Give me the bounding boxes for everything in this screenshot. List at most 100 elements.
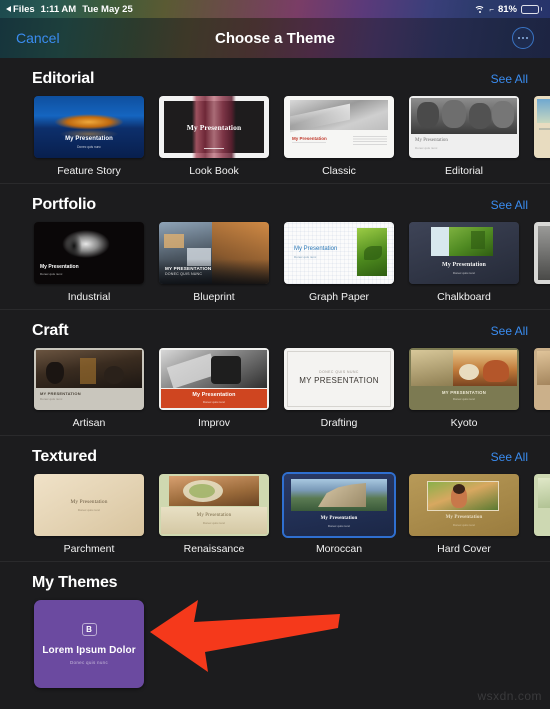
see-all-button[interactable]: See All (491, 72, 528, 86)
theme-name: Artisan (72, 417, 106, 429)
theme-row: My Presentation Donec quis nunc Feature … (0, 96, 550, 177)
theme-name: Editorial (445, 165, 483, 177)
theme-name: Renaissance (183, 543, 245, 555)
ellipsis-circle-icon[interactable] (512, 27, 534, 49)
section-title: Craft (32, 322, 69, 339)
status-bar-right: ⌐ 81% (474, 4, 542, 15)
theme-name: Hard Cover (437, 543, 491, 555)
theme-name: Parchment (63, 543, 115, 555)
theme-name: Feature Story (57, 165, 121, 177)
theme-name: Drafting (320, 417, 358, 429)
back-triangle-icon (6, 6, 11, 12)
theme-name: Blueprint (193, 291, 235, 303)
theme-name: Chalkboard (437, 291, 491, 303)
theme-card-classic[interactable]: My Presentation Classic (284, 96, 394, 177)
theme-card-partial[interactable] (534, 348, 550, 417)
theme-name: Look Book (189, 165, 239, 177)
theme-card-blueprint[interactable]: MY PRESENTATION DONEC QUIS NUNC Blueprin… (159, 222, 269, 303)
theme-thumbnail: MY PRESENTATION DONEC QUIS NUNC (159, 222, 269, 284)
see-all-button[interactable]: See All (491, 324, 528, 338)
battery-icon (521, 4, 542, 14)
section-header: My Themes (0, 562, 550, 600)
section-header: Craft See All (0, 310, 550, 348)
theme-thumbnail: My Presentation Donec quis nunc (409, 222, 519, 284)
theme-name: Improv (197, 417, 231, 429)
page-title: Choose a Theme (214, 29, 336, 47)
theme-thumbnail (534, 474, 550, 536)
section-header: Portfolio See All (0, 184, 550, 222)
theme-name: Moroccan (315, 543, 363, 555)
theme-thumbnail: DONEC QUIS NUNC MY PRESENTATION (284, 348, 394, 410)
theme-card-hard-cover[interactable]: My Presentation Donec quis nunc Hard Cov… (409, 474, 519, 555)
theme-chooser-scroll[interactable]: Editorial See All My Presentation Donec … (0, 58, 550, 709)
see-all-button[interactable]: See All (491, 198, 528, 212)
wifi-icon (474, 5, 486, 14)
theme-card-kyoto[interactable]: MY PRESENTATION Donec quis nunc Kyoto (409, 348, 519, 429)
back-to-app-link[interactable]: Files (6, 4, 35, 15)
theme-card-drafting[interactable]: DONEC QUIS NUNC MY PRESENTATION Drafting (284, 348, 394, 429)
theme-thumbnail: MY PRESENTATION Donec quis nunc (409, 348, 519, 410)
section-my-themes: My Themes B Lorem Ipsum Dolor Donec quis… (0, 561, 550, 694)
theme-thumbnail: My Presentation Donec quis nunc (34, 222, 144, 284)
theme-row: MY PRESENTATION Donec quis nunc Artisan … (0, 348, 550, 429)
section-title: Editorial (32, 70, 95, 87)
navigation-bar: Cancel Choose a Theme (0, 18, 550, 58)
section-header: Editorial See All (0, 58, 550, 96)
theme-card-moroccan[interactable]: My Presentation Donec quis nunc Moroccan (284, 474, 394, 555)
section-header: Textured See All (0, 436, 550, 474)
section-portfolio: Portfolio See All My Presentation Donec … (0, 183, 550, 309)
cancel-button[interactable]: Cancel (16, 30, 60, 46)
theme-thumbnail: My Presentation Donec quis nunc (34, 474, 144, 536)
theme-card-improv[interactable]: My Presentation Donec quis nunc Improv (159, 348, 269, 429)
theme-card-industrial[interactable]: My Presentation Donec quis nunc Industri… (34, 222, 144, 303)
theme-card-partial[interactable] (534, 96, 550, 165)
theme-thumbnail: My Presentation (284, 96, 394, 158)
theme-row: B Lorem Ipsum Dolor Donec quis nunc (0, 600, 550, 688)
theme-subtitle: Donec quis nunc (69, 660, 109, 665)
theme-thumbnail: My Presentation Donec quis nunc (159, 474, 269, 536)
theme-name: Classic (322, 165, 356, 177)
theme-thumbnail: MY PRESENTATION Donec quis nunc (34, 348, 144, 410)
status-bar-left: Files 1:11 AM Tue May 25 (6, 4, 133, 15)
theme-thumbnail (534, 96, 550, 158)
theme-thumbnail: My Presentation Donec quis nunc (159, 348, 269, 410)
theme-card-partial[interactable] (534, 222, 550, 291)
theme-thumbnail: My Presentation Donec quis nunc (284, 222, 394, 284)
back-app-label: Files (13, 3, 35, 15)
theme-card-parchment[interactable]: My Presentation Donec quis nunc Parchmen… (34, 474, 144, 555)
section-textured: Textured See All My Presentation Donec q… (0, 435, 550, 561)
status-bar-date: Tue May 25 (82, 3, 133, 15)
status-bar-time: 1:11 AM (40, 3, 77, 15)
theme-badge: B (81, 623, 97, 636)
section-title: Portfolio (32, 196, 96, 213)
theme-thumbnail (534, 222, 550, 284)
theme-name: Graph Paper (308, 291, 370, 303)
theme-thumbnail: My Presentation Donec quis nunc (409, 96, 519, 158)
theme-thumbnail: My Presentation (159, 96, 269, 158)
theme-card-artisan[interactable]: MY PRESENTATION Donec quis nunc Artisan (34, 348, 144, 429)
theme-row: My Presentation Donec quis nunc Industri… (0, 222, 550, 303)
theme-card-editorial[interactable]: My Presentation Donec quis nunc Editoria… (409, 96, 519, 177)
section-craft: Craft See All MY PRESENTATION Donec quis… (0, 309, 550, 435)
theme-card-look-book[interactable]: My Presentation Look Book (159, 96, 269, 177)
see-all-button[interactable]: See All (491, 450, 528, 464)
theme-thumbnail: My Presentation Donec quis nunc (409, 474, 519, 536)
battery-percent-label: 81% (497, 3, 517, 15)
theme-card-chalkboard[interactable]: My Presentation Donec quis nunc Chalkboa… (409, 222, 519, 303)
theme-title: Lorem Ipsum Dolor (42, 645, 136, 656)
location-arrow-icon: ⌐ (489, 4, 494, 14)
theme-thumbnail (534, 348, 550, 410)
section-editorial: Editorial See All My Presentation Donec … (0, 58, 550, 183)
status-bar: Files 1:11 AM Tue May 25 ⌐ 81% (0, 0, 550, 18)
section-title: My Themes (32, 574, 118, 591)
theme-card-partial[interactable] (534, 474, 550, 543)
section-title: Textured (32, 448, 97, 465)
theme-name: Kyoto (450, 417, 478, 429)
theme-thumbnail: My Presentation Donec quis nunc (284, 474, 394, 536)
theme-card-graph-paper[interactable]: My Presentation Donec quis nunc Graph Pa… (284, 222, 394, 303)
theme-card-feature-story[interactable]: My Presentation Donec quis nunc Feature … (34, 96, 144, 177)
watermark: wsxdn.com (477, 689, 542, 703)
theme-thumbnail: My Presentation Donec quis nunc (34, 96, 144, 158)
theme-card-renaissance[interactable]: My Presentation Donec quis nunc Renaissa… (159, 474, 269, 555)
theme-card-lorem-ipsum-dolor[interactable]: B Lorem Ipsum Dolor Donec quis nunc (34, 600, 144, 688)
